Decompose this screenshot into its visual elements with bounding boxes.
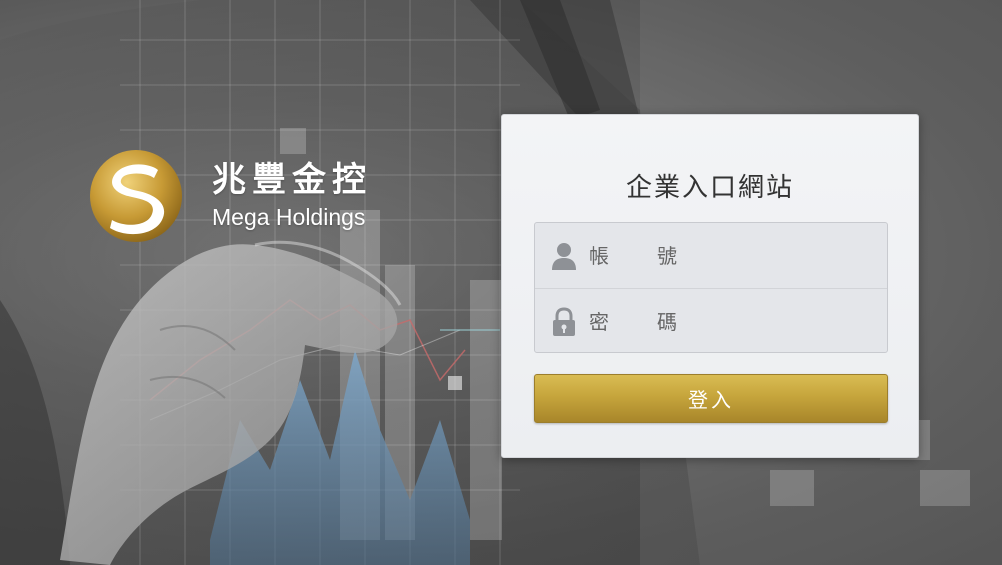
brand-name-cn: 兆豐金控	[212, 160, 372, 200]
login-card: 企業入口網站 登入	[501, 114, 919, 458]
login-field-group	[534, 222, 888, 353]
mega-s-logo-icon	[90, 150, 182, 242]
lock-icon	[553, 306, 575, 336]
user-icon	[552, 242, 576, 270]
password-input[interactable]	[577, 288, 887, 352]
brand-text: 兆豐金控 Mega Holdings	[212, 160, 372, 232]
login-title: 企業入口網站	[625, 173, 794, 203]
account-input[interactable]	[577, 223, 887, 289]
password-field	[535, 288, 887, 352]
account-field	[535, 223, 887, 289]
brand: 兆豐金控 Mega Holdings	[88, 148, 372, 244]
brand-name-en: Mega Holdings	[212, 204, 366, 230]
page-background: 兆豐金控 Mega Holdings 企業入口網站 帳 號 登入	[0, 0, 1002, 565]
login-button[interactable]: 登入	[534, 374, 888, 423]
